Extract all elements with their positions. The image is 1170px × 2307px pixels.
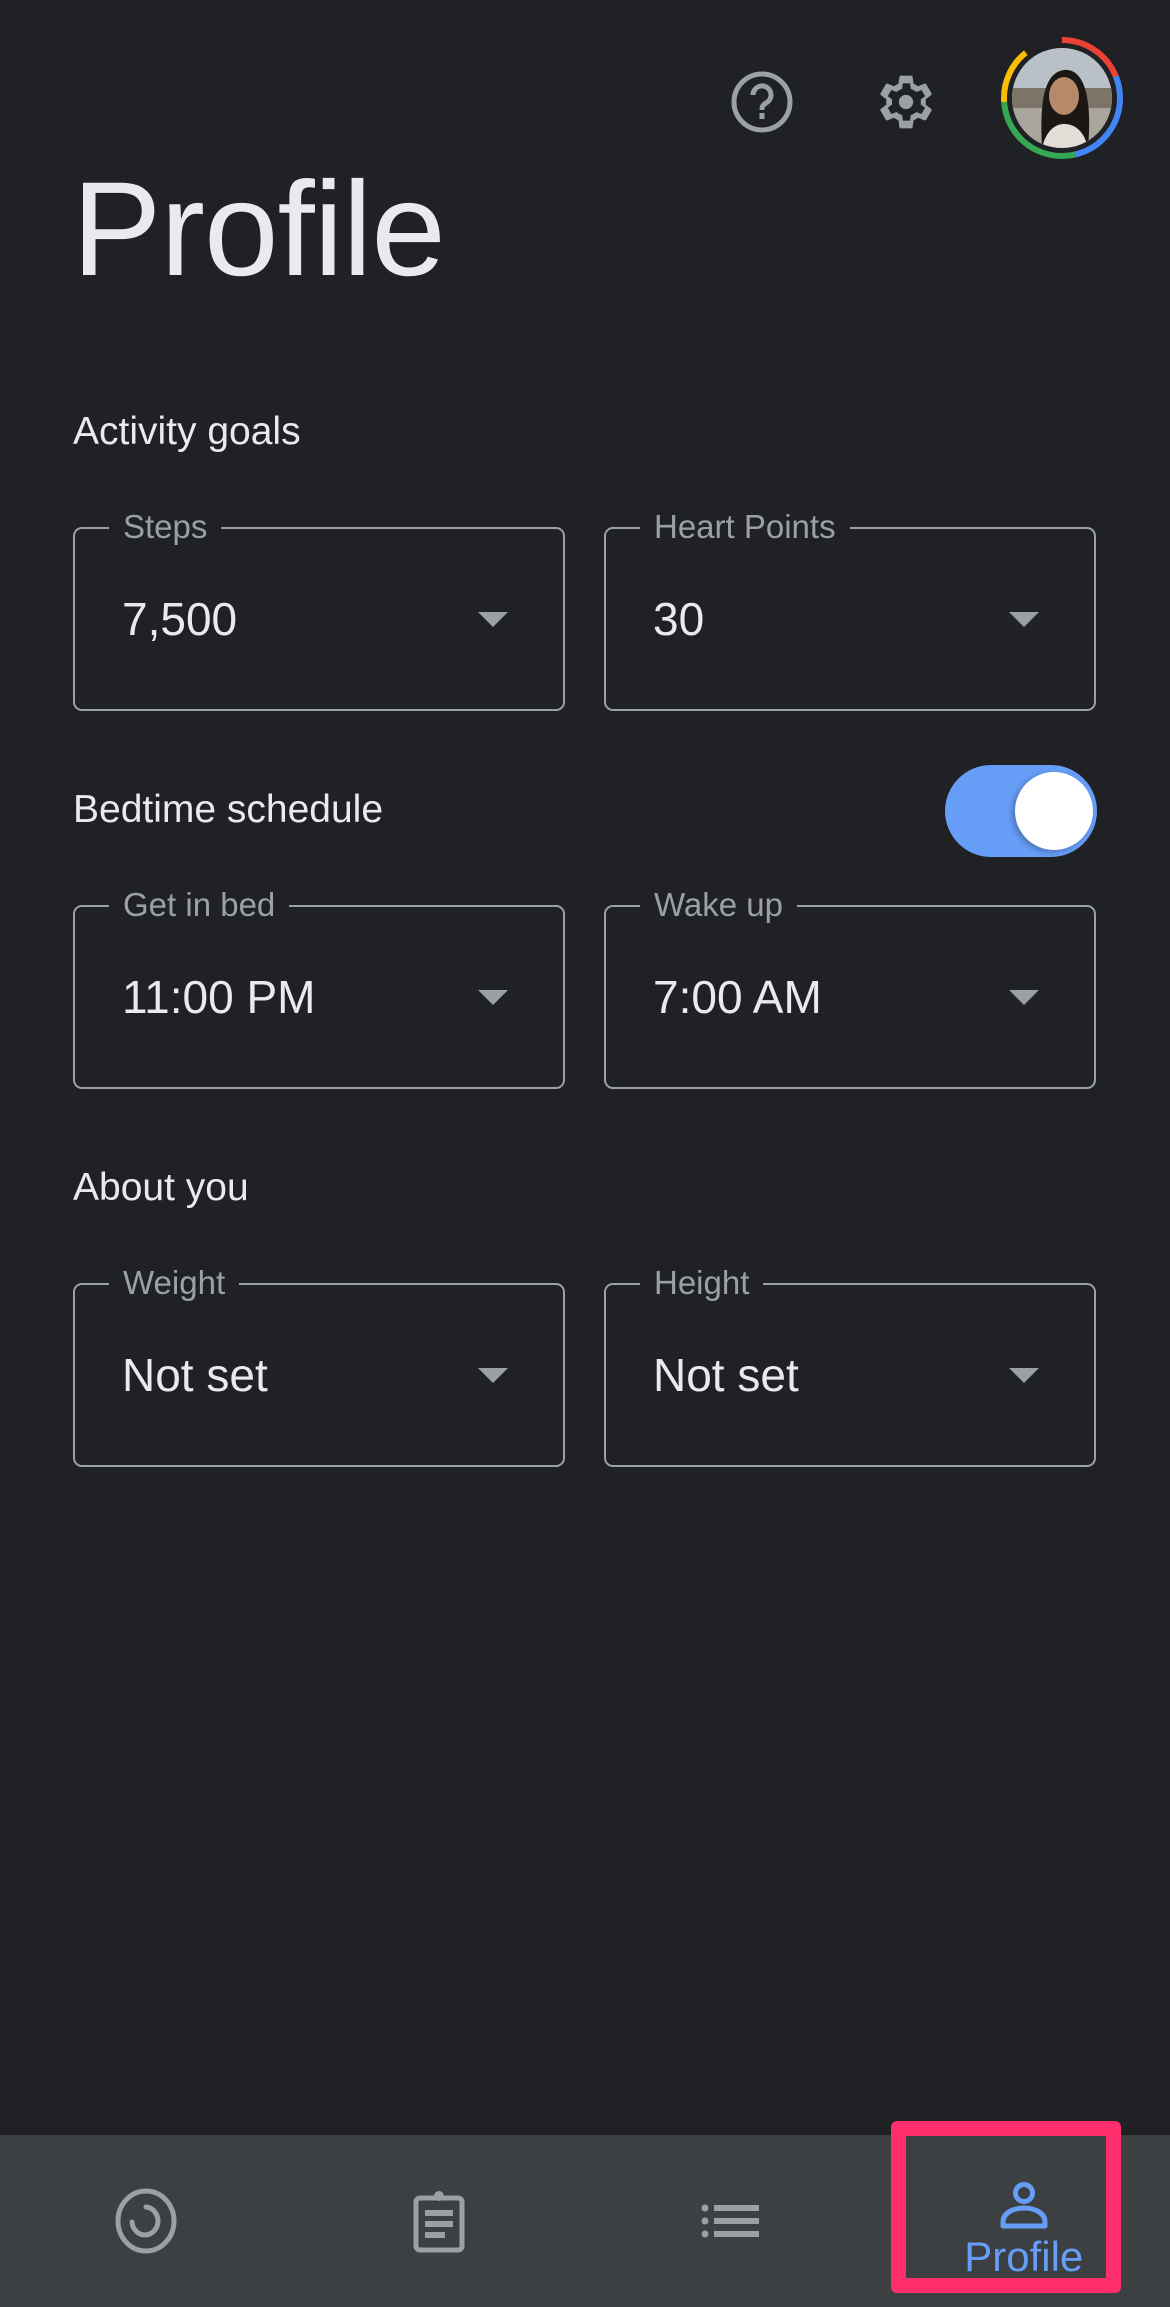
clipboard-icon	[413, 2191, 465, 2253]
field-value: 11:00 PM	[122, 971, 316, 1023]
avatar-photo-icon	[1012, 48, 1112, 148]
dropdown-arrow-icon	[1009, 612, 1039, 627]
nav-item-home[interactable]	[0, 2135, 293, 2307]
toggle-thumb	[1015, 772, 1093, 850]
field-value: 7:00 AM	[653, 971, 822, 1023]
section-title-about-you: About you	[73, 1166, 249, 1209]
field-label: Heart Points	[640, 507, 850, 547]
field-value: Not set	[653, 1349, 799, 1401]
section-title-activity-goals: Activity goals	[73, 410, 301, 453]
settings-button[interactable]	[866, 62, 946, 142]
heart-points-goal-dropdown[interactable]: Heart Points 30	[604, 507, 1096, 711]
field-label: Steps	[109, 507, 222, 547]
nav-item-browse[interactable]	[585, 2135, 878, 2307]
nav-label-profile: Profile	[964, 2233, 1084, 2280]
person-icon	[1000, 2182, 1048, 2229]
page-title: Profile	[72, 155, 446, 304]
dropdown-arrow-icon	[478, 612, 508, 627]
field-label: Weight	[109, 1263, 240, 1303]
dropdown-arrow-icon	[1009, 1368, 1039, 1383]
dropdown-arrow-icon	[478, 1368, 508, 1383]
activity-ring-icon	[115, 2188, 177, 2254]
top-actions	[0, 30, 1170, 170]
dropdown-arrow-icon	[1009, 990, 1039, 1005]
field-label: Get in bed	[109, 885, 290, 925]
wake-up-dropdown[interactable]: Wake up 7:00 AM	[604, 885, 1096, 1089]
nav-item-journal[interactable]	[293, 2135, 586, 2307]
field-value: 7,500	[122, 593, 238, 645]
field-label: Wake up	[640, 885, 798, 925]
field-value: Not set	[122, 1349, 268, 1401]
get-in-bed-dropdown[interactable]: Get in bed 11:00 PM	[73, 885, 565, 1089]
help-circle-icon	[731, 71, 793, 133]
height-dropdown[interactable]: Height Not set	[604, 1263, 1096, 1467]
steps-goal-dropdown[interactable]: Steps 7,500	[73, 507, 565, 711]
gear-icon	[880, 75, 932, 129]
list-icon	[701, 2204, 760, 2238]
dropdown-arrow-icon	[478, 990, 508, 1005]
field-label: Height	[640, 1263, 764, 1303]
section-title-bedtime-schedule: Bedtime schedule	[73, 788, 384, 831]
account-avatar-button[interactable]	[1000, 36, 1124, 160]
field-value: 30	[653, 593, 705, 645]
avatar	[1012, 48, 1112, 148]
nav-item-profile[interactable]: Profile	[878, 2121, 1170, 2307]
bedtime-schedule-toggle[interactable]	[945, 765, 1097, 857]
weight-dropdown[interactable]: Weight Not set	[73, 1263, 565, 1467]
help-button[interactable]	[722, 62, 802, 142]
bottom-navigation: Profile	[0, 2121, 1170, 2307]
